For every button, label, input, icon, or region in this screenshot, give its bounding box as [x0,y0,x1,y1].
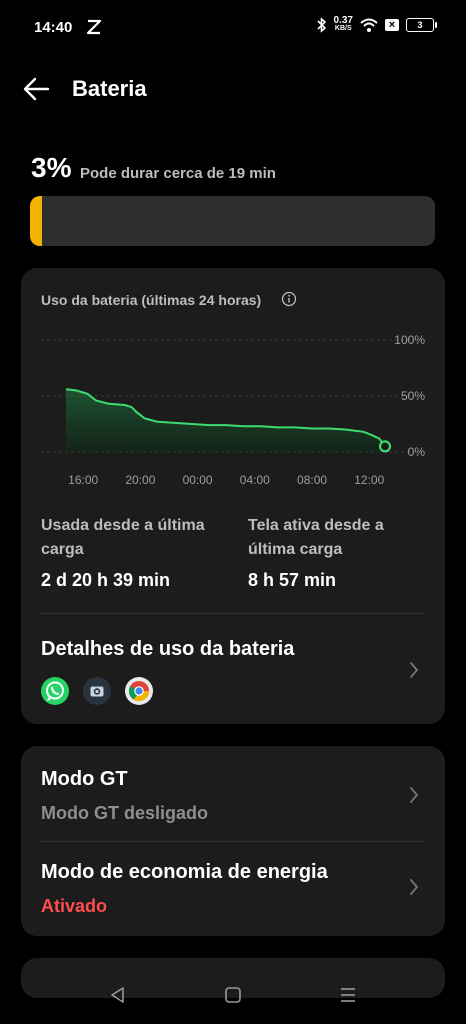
net-speed: 0.37 KB/S [333,15,353,33]
status-icons: 0.37 KB/S × 3 [316,15,437,33]
battery-details-title: Detalhes de uso da bateria [41,638,295,660]
chart-y-tick-label: 100% [394,333,425,347]
app-logo-icon [86,19,102,35]
chart-y-tick-label: 50% [401,389,425,403]
chart-x-tick-label: 00:00 [183,473,213,487]
battery-icon: 3 [406,18,437,32]
screen-on-value: 8 h 57 min [248,570,337,590]
battery-usage-card: Uso da bateria (últimas 24 horas) 100% 50… [21,268,445,724]
chart-x-tick-label: 20:00 [125,473,155,487]
whatsapp-icon [41,677,69,705]
chart-x-tick-label: 12:00 [354,473,384,487]
page-title: Bateria [72,76,147,101]
camera-icon [83,677,111,705]
chrome-icon [125,677,153,705]
chart-x-tick-label: 04:00 [240,473,270,487]
wifi-icon [360,18,378,32]
chevron-right-icon [410,787,419,803]
battery-level-fill [30,196,42,246]
chart-x-tick-label: 08:00 [297,473,327,487]
chevron-right-icon [410,662,419,678]
chevron-right-icon [410,879,419,895]
battery-estimate: Pode durar cerca de 19 min [80,165,276,182]
app-icons [41,677,153,705]
modes-card: Modo GT Modo GT desligado Modo de econom… [21,746,445,936]
sim-x-icon: × [385,19,399,31]
home-square-icon[interactable] [222,984,244,1006]
net-speed-unit: KB/S [334,25,352,32]
bluetooth-icon [316,17,326,33]
screen-on-label: Tela ativa desde a última carga [248,517,384,558]
chart-y-tick-label: 0% [408,445,426,459]
power-saver-status: Ativado [41,896,108,916]
gt-mode-status: Modo GT desligado [41,803,208,823]
status-bar: 14:40 0.37 KB/S × 3 [0,0,466,56]
screen-on-since-charge: Tela ativa desde a última carga 8 h 57 m… [248,514,428,591]
chart-x-tick-label: 16:00 [68,473,98,487]
battery-percent: 3% [31,152,72,183]
arrow-left-icon[interactable] [22,76,50,102]
used-since-charge-label: Usada desde a última carga [41,517,205,558]
net-speed-value: 0.37 [333,15,353,26]
back-triangle-icon[interactable] [107,984,129,1006]
recents-menu-icon[interactable] [337,984,359,1006]
power-saver-title: Modo de economia de energia [41,861,328,883]
divider [41,613,425,614]
status-time: 14:40 [34,19,73,36]
chart-current-point [378,440,392,453]
navigation-bar [0,968,466,1024]
used-since-charge: Usada desde a última carga 2 d 20 h 39 m… [41,514,231,591]
gt-mode-title: Modo GT [41,768,128,790]
battery-level-bar [30,196,435,246]
divider [41,841,425,842]
chart-area [66,389,385,452]
battery-usage-chart: 100% 50% 0% 16:00 20:00 00:00 04:00 08:00 12:00 [41,333,426,487]
used-since-charge-value: 2 d 20 h 39 min [41,570,171,590]
battery-level-text: 3 [417,20,423,30]
